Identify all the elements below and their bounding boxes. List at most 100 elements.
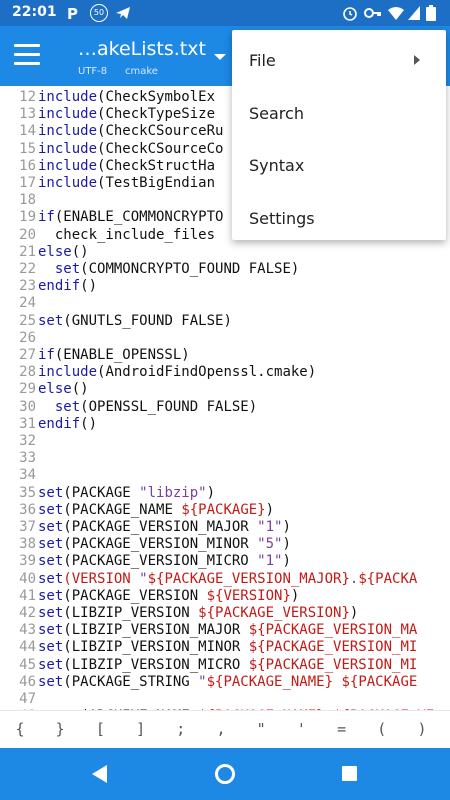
code-line[interactable]: 24	[0, 295, 38, 312]
line-number: 46	[19, 673, 36, 690]
symbol-key[interactable]: ]	[131, 720, 151, 738]
code-line[interactable]: 47	[0, 691, 38, 708]
code-text: include(CheckCSourceRu	[36, 123, 223, 140]
code-line[interactable]: 38 set(PACKAGE_VERSION_MINOR "5")	[0, 536, 291, 553]
line-number: 34	[19, 467, 36, 484]
code-token: (PACKAGE_STRING	[63, 673, 199, 690]
parking-app-icon: P	[67, 5, 78, 21]
code-line[interactable]: 41 set(PACKAGE_VERSION ${VERSION})	[0, 588, 299, 605]
code-line[interactable]: 39 set(PACKAGE_VERSION_MICRO "1")	[0, 553, 291, 570]
code-token: (CheckCSourceRu	[97, 123, 224, 140]
code-line[interactable]: 21 else()	[0, 244, 88, 261]
code-token: (PACKAGE_VERSION_MAJOR	[63, 519, 258, 535]
menu-item-label: Syntax	[249, 156, 305, 175]
code-line[interactable]: 27 if(ENABLE_OPENSSL)	[0, 347, 190, 364]
code-token: set	[38, 519, 64, 535]
code-token: set	[54, 261, 81, 277]
code-line[interactable]: 42 set(LIBZIP_VERSION ${PACKAGE_VERSION})	[0, 605, 358, 622]
code-token: set	[38, 656, 64, 673]
code-line[interactable]: 22 set(COMMONCRYPTO_FOUND FALSE)	[0, 261, 299, 278]
code-line[interactable]: 43 set(LIBZIP_VERSION_MAJOR ${PACKAGE_VER…	[0, 622, 417, 639]
file-dropdown-icon[interactable]	[214, 54, 226, 60]
menu-item-label: File	[249, 51, 276, 70]
code-token: "libzip"	[139, 484, 207, 501]
battery-icon	[426, 5, 436, 21]
code-text: set(PACKAGE "libzip")	[36, 485, 215, 502]
code-line[interactable]: 35 set(PACKAGE "libzip")	[0, 485, 215, 502]
line-number: 41	[19, 587, 36, 604]
symbol-key[interactable]: (	[372, 720, 392, 738]
code-line[interactable]: 18	[0, 192, 38, 209]
symbol-key[interactable]: ;	[171, 720, 191, 738]
code-line[interactable]: 19 if(ENABLE_COMMONCRYPTO	[0, 209, 223, 226]
code-line[interactable]: 16 include(CheckStructHa	[0, 158, 215, 175]
code-text: if(ENABLE_OPENSSL)	[36, 347, 190, 364]
code-text: set(VERSION "${PACKAGE_VERSION_MAJOR}.${…	[36, 571, 417, 588]
code-token: )	[282, 553, 291, 570]
code-line[interactable]: 26	[0, 330, 38, 347]
menu-item-search[interactable]: Search	[232, 87, 446, 139]
code-token: include	[38, 364, 98, 381]
recents-icon[interactable]	[342, 766, 357, 781]
code-line[interactable]: 32	[0, 433, 38, 450]
home-icon[interactable]	[215, 764, 235, 784]
wifi-icon	[388, 7, 404, 20]
code-token: set	[38, 553, 64, 570]
code-token: ${PACKAGE_VERSION}	[198, 605, 350, 621]
navigation-bar	[0, 748, 450, 800]
symbol-key[interactable]: )	[412, 720, 432, 738]
symbol-key[interactable]: ,	[211, 720, 231, 738]
code-token: (PACKAGE_VERSION_MICRO	[63, 553, 258, 570]
status-bar: 22:01 P 50	[0, 0, 450, 26]
code-line[interactable]: 20 check_include_files	[0, 227, 215, 244]
symbol-key[interactable]: {	[10, 720, 30, 738]
line-number: 40	[19, 570, 36, 587]
telegram-icon	[116, 7, 130, 19]
code-text: set(PACKAGE_VERSION_MICRO "1")	[36, 553, 291, 570]
code-line[interactable]: 33	[0, 450, 38, 467]
menu-item-syntax[interactable]: Syntax	[232, 139, 446, 191]
code-line[interactable]: 13 include(CheckTypeSize	[0, 106, 215, 123]
code-line[interactable]: 14 include(CheckCSourceRu	[0, 123, 223, 140]
code-line[interactable]: 23 endif()	[0, 278, 97, 295]
menu-hamburger-icon[interactable]	[14, 44, 40, 66]
code-token: set	[38, 587, 64, 604]
code-line[interactable]: 30 set(OPENSSL_FOUND FALSE)	[0, 399, 257, 416]
code-line[interactable]: 44 set(LIBZIP_VERSION_MINOR ${PACKAGE_VER…	[0, 639, 417, 656]
line-number: 23	[19, 278, 36, 295]
symbol-key[interactable]: [	[90, 720, 110, 738]
code-line[interactable]: 37 set(PACKAGE_VERSION_MAJOR "1")	[0, 519, 291, 536]
code-line[interactable]: 17 include(TestBigEndian	[0, 175, 215, 192]
code-token: (LIBZIP_VERSION_MICRO	[63, 656, 249, 673]
symbol-key[interactable]: }	[50, 720, 70, 738]
code-token: ()	[80, 415, 98, 432]
back-icon[interactable]	[92, 765, 107, 783]
code-token: set	[38, 622, 64, 639]
encoding-label: UTF-8	[78, 66, 108, 77]
symbol-key[interactable]: '	[291, 720, 311, 738]
menu-item-file[interactable]: File	[232, 34, 446, 86]
code-token: ()	[71, 381, 89, 398]
code-token: ${PACKAGE_VERSION_MAJOR}	[147, 570, 350, 587]
code-token: set	[38, 570, 64, 587]
menu-item-settings[interactable]: Settings	[232, 192, 446, 244]
code-line[interactable]: 46 set(PACKAGE_STRING "${PACKAGE_NAME} ${…	[0, 674, 417, 691]
code-line[interactable]: 34	[0, 467, 38, 484]
code-line[interactable]: 45 set(LIBZIP_VERSION_MICRO ${PACKAGE_VER…	[0, 657, 417, 674]
code-line[interactable]: 36 set(PACKAGE_NAME ${PACKAGE})	[0, 502, 274, 519]
symbol-key[interactable]: "	[251, 720, 271, 738]
code-line[interactable]: 25 set(GNUTLS_FOUND FALSE)	[0, 313, 232, 330]
code-line[interactable]: 31 endif()	[0, 416, 97, 433]
code-line[interactable]: 12 include(CheckSymbolEx	[0, 89, 215, 106]
code-line[interactable]: 40 set(VERSION "${PACKAGE_VERSION_MAJOR}.…	[0, 571, 417, 588]
line-number: 30	[19, 398, 36, 415]
code-token: ${PACKAGE_VERSION_MI	[248, 639, 418, 656]
code-line[interactable]: 15 include(CheckCSourceCo	[0, 141, 223, 158]
code-token: ${PACKAGE	[341, 673, 418, 690]
code-token: set	[38, 501, 64, 518]
file-title[interactable]: …akeLists.txt	[78, 38, 206, 60]
code-line[interactable]: 28 include(AndroidFindOpenssl.cmake)	[0, 364, 316, 381]
code-line[interactable]: 29 else()	[0, 381, 89, 398]
code-token: (TestBigEndian	[97, 175, 216, 191]
symbol-key[interactable]: =	[332, 720, 352, 738]
